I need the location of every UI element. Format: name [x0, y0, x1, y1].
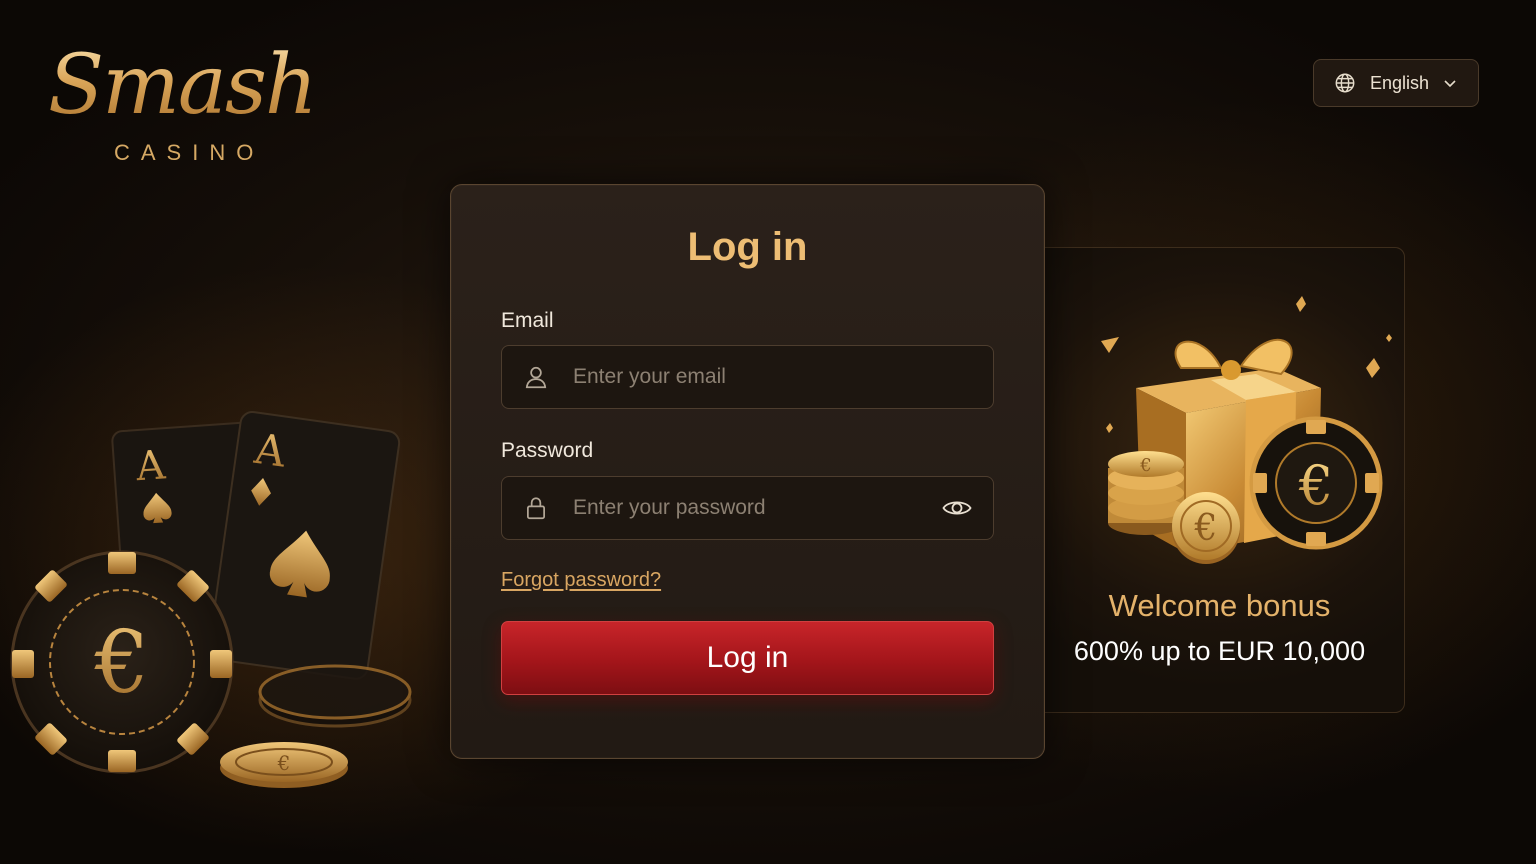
- gift-box-icon: € € €: [1101, 296, 1392, 564]
- email-input[interactable]: [573, 346, 993, 408]
- chevron-down-icon: [1444, 80, 1456, 88]
- language-label: English: [1370, 72, 1430, 93]
- password-input[interactable]: [573, 477, 941, 539]
- euro-chip: €: [1249, 416, 1383, 550]
- login-form: Log in Email Password Forgot password? L…: [450, 184, 1045, 759]
- globe-icon: [1335, 73, 1355, 93]
- email-field[interactable]: [501, 345, 994, 409]
- euro-coin-icon: €: [220, 742, 348, 788]
- playing-card-front: A: [208, 411, 401, 680]
- svg-text:€: €: [277, 751, 291, 775]
- svg-text:A: A: [134, 442, 168, 490]
- brand-subtitle: CASINO: [114, 140, 265, 165]
- bonus-offer: 600% up to EUR 10,000: [1073, 636, 1366, 666]
- password-label: Password: [501, 439, 594, 462]
- login-button[interactable]: Log in: [501, 621, 994, 695]
- bonus-title: Welcome bonus: [1108, 588, 1331, 623]
- brand-logo[interactable]: Smash CASINO: [48, 38, 328, 168]
- lock-icon: [527, 497, 545, 520]
- poker-chip-back: [258, 664, 412, 728]
- euro-coin: €: [1172, 492, 1240, 564]
- email-label: Email: [501, 309, 554, 332]
- page-title: Log in: [687, 225, 808, 269]
- euro-chip-icon: €: [10, 550, 234, 774]
- decorative-cards-chips: A A € €: [10, 411, 412, 788]
- language-selector[interactable]: English: [1313, 59, 1479, 107]
- svg-text:€: €: [1194, 508, 1218, 549]
- forgot-password-link[interactable]: Forgot password?: [501, 569, 661, 592]
- brand-name: Smash: [48, 38, 318, 133]
- user-icon: [525, 366, 547, 389]
- welcome-bonus-card[interactable]: € € € Welcome bonus 600% up to EUR 10,00…: [1020, 247, 1405, 713]
- svg-text:€: €: [94, 613, 150, 713]
- show-password-eye-icon[interactable]: [941, 492, 973, 524]
- svg-text:€: €: [1298, 454, 1333, 517]
- password-field[interactable]: [501, 476, 994, 540]
- svg-text:€: €: [1139, 455, 1151, 476]
